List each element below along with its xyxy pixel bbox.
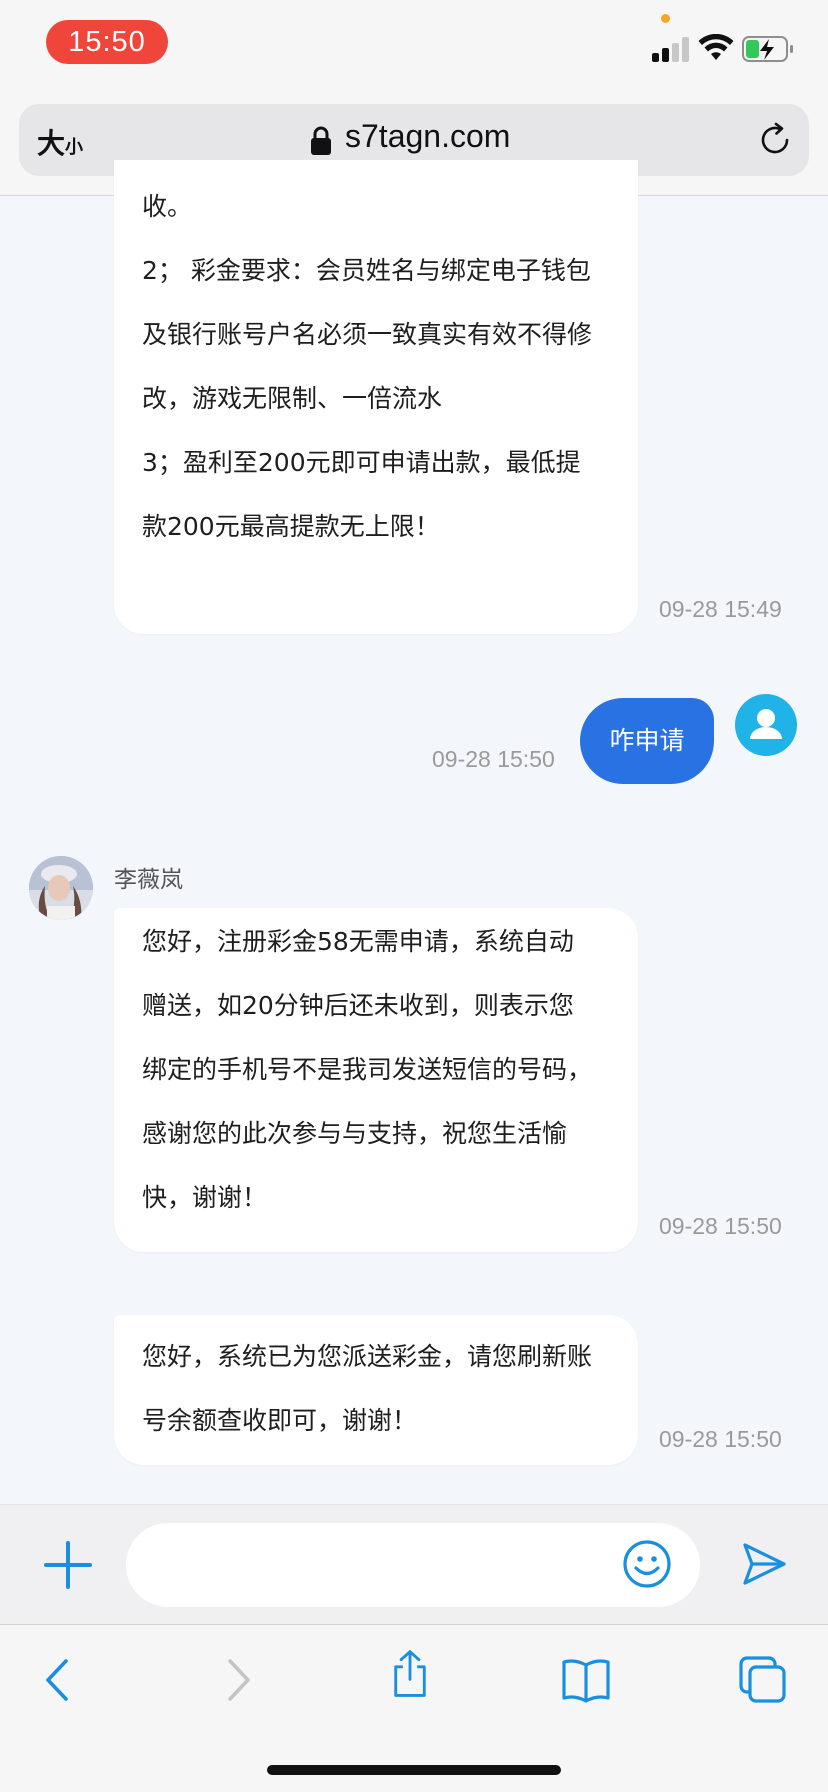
plus-icon[interactable] [44, 1541, 92, 1589]
battery-charging-icon [742, 36, 793, 62]
bookmarks-icon[interactable] [561, 1655, 611, 1705]
agent-photo [29, 856, 93, 920]
chat-input-bar [0, 1504, 828, 1624]
message-timestamp: 09-28 15:50 [659, 1426, 782, 1452]
home-indicator[interactable] [267, 1765, 561, 1775]
agent-name: 李薇岚 [114, 867, 183, 893]
message-timestamp: 09-28 15:50 [659, 1213, 782, 1239]
url-text[interactable]: s7tagn.com [345, 118, 510, 155]
person-icon [750, 709, 782, 739]
message-text: 您好，系统已为您派送彩金，请您刷新账 号余额查收即可，谢谢！ [142, 1342, 593, 1435]
browser-toolbar [0, 1624, 828, 1792]
text-size-button[interactable]: 大小 [37, 122, 83, 162]
share-icon[interactable] [385, 1649, 435, 1699]
message-bubble: 您好，系统已为您派送彩金，请您刷新账 号余额查收即可，谢谢！ [114, 1315, 638, 1465]
privacy-indicator-dot [661, 14, 670, 23]
tabs-icon[interactable] [738, 1655, 788, 1705]
message-text: 您好，注册彩金58无需申请，系统自动 赠送，如20分钟后还未收到，则表示您 绑定… [142, 927, 593, 1212]
message-timestamp: 09-28 15:49 [659, 596, 782, 622]
cellular-signal-icon [652, 36, 690, 62]
back-icon[interactable] [34, 1655, 84, 1705]
message-text: 收。 2； 彩金要求：会员姓名与绑定电子钱包 及银行账号户名必须一致真实有效不得… [142, 192, 593, 541]
user-avatar[interactable] [735, 694, 797, 756]
reload-icon[interactable] [757, 122, 793, 158]
lock-icon [311, 126, 331, 155]
emoji-icon[interactable] [622, 1539, 672, 1589]
agent-avatar[interactable] [29, 856, 93, 920]
status-bar: 15:50 [0, 0, 828, 96]
message-bubble: 您好，注册彩金58无需申请，系统自动 赠送，如20分钟后还未收到，则表示您 绑定… [114, 908, 638, 1252]
message-bubble: 收。 2； 彩金要求：会员姓名与绑定电子钱包 及银行账号户名必须一致真实有效不得… [114, 160, 638, 634]
forward-icon[interactable] [212, 1655, 262, 1705]
wifi-icon [698, 34, 734, 60]
message-timestamp: 09-28 15:50 [432, 746, 555, 772]
send-icon[interactable] [740, 1541, 788, 1587]
outgoing-message-bubble: 咋申请 [580, 698, 714, 784]
message-input[interactable] [126, 1523, 700, 1607]
status-time[interactable]: 15:50 [46, 20, 168, 64]
